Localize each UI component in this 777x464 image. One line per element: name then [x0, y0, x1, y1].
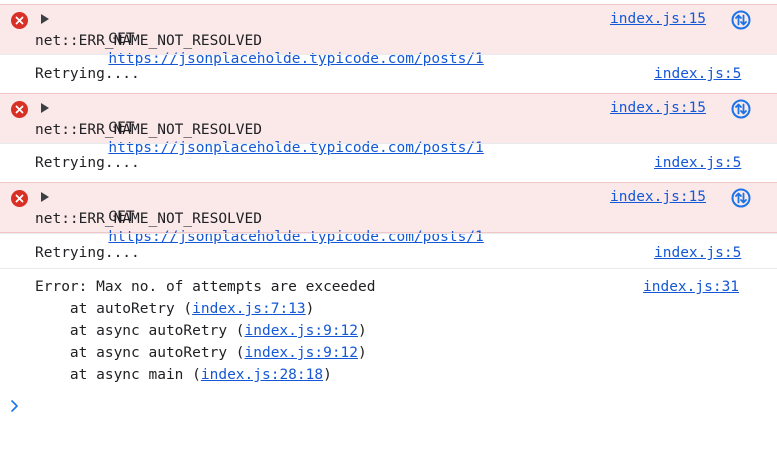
stack-frame: at async main (index.js:28:18) [35, 364, 332, 386]
error-text: net::ERR_NAME_NOT_RESOLVED [35, 122, 262, 138]
expand-triangle-icon[interactable] [41, 14, 49, 24]
error-icon [11, 190, 28, 207]
error-text: net::ERR_NAME_NOT_RESOLVED [35, 33, 262, 49]
console-error-message: GET https://jsonplaceholde.typicode.com/… [0, 182, 777, 245]
console-error-message: GET https://jsonplaceholde.typicode.com/… [0, 4, 777, 67]
stack-frame-suffix: ) [358, 323, 367, 339]
console-panel: GET https://jsonplaceholde.typicode.com/… [0, 0, 777, 464]
stack-frame-suffix: ) [358, 345, 367, 361]
expand-triangle-icon[interactable] [41, 192, 49, 202]
log-text: Retrying.... [35, 66, 140, 82]
network-request-icon[interactable] [731, 188, 751, 208]
error-icon [11, 101, 28, 118]
stack-frame: at async autoRetry (index.js:9:12) [35, 320, 367, 342]
log-text: Retrying.... [35, 155, 140, 171]
expand-triangle-icon[interactable] [41, 103, 49, 113]
stack-frame: at autoRetry (index.js:7:13) [35, 298, 314, 320]
stack-frame-suffix: ) [305, 301, 315, 317]
stack-frame-suffix: ) [323, 367, 332, 383]
source-link[interactable]: index.js:15 [610, 9, 706, 29]
network-request-icon[interactable] [731, 10, 751, 30]
console-log-message: Retrying.... index.js:5 [0, 233, 777, 271]
final-error-text: Error: Max no. of attempts are exceeded [35, 279, 376, 295]
stack-frame-text: at async autoRetry ( [35, 345, 245, 361]
stack-frame-text: at async autoRetry ( [35, 323, 245, 339]
source-link[interactable]: index.js:5 [654, 153, 741, 173]
error-text: net::ERR_NAME_NOT_RESOLVED [35, 211, 262, 227]
console-prompt-icon[interactable] [10, 398, 20, 414]
stack-frame-text: at async main ( [35, 367, 201, 383]
source-link[interactable]: index.js:5 [654, 243, 741, 263]
console-error-message: GET https://jsonplaceholde.typicode.com/… [0, 93, 777, 156]
error-icon [11, 12, 28, 29]
source-link[interactable]: index.js:31 [643, 277, 739, 297]
source-link[interactable]: index.js:15 [610, 98, 706, 118]
source-link[interactable]: index.js:5 [654, 64, 741, 84]
console-log-message: Retrying.... index.js:5 [0, 54, 777, 92]
console-log-message: Retrying.... index.js:5 [0, 143, 777, 181]
network-request-icon[interactable] [731, 99, 751, 119]
console-final-error: Error: Max no. of attempts are exceeded … [0, 268, 777, 387]
stack-frame-link[interactable]: index.js:9:12 [245, 345, 359, 361]
stack-frame-link[interactable]: index.js:7:13 [192, 301, 306, 317]
stack-frame-link[interactable]: index.js:9:12 [245, 323, 359, 339]
stack-frame: at async autoRetry (index.js:9:12) [35, 342, 367, 364]
source-link[interactable]: index.js:15 [610, 187, 706, 207]
log-text: Retrying.... [35, 245, 140, 261]
stack-frame-text: at autoRetry ( [35, 301, 193, 317]
stack-frame-link[interactable]: index.js:28:18 [201, 367, 323, 383]
